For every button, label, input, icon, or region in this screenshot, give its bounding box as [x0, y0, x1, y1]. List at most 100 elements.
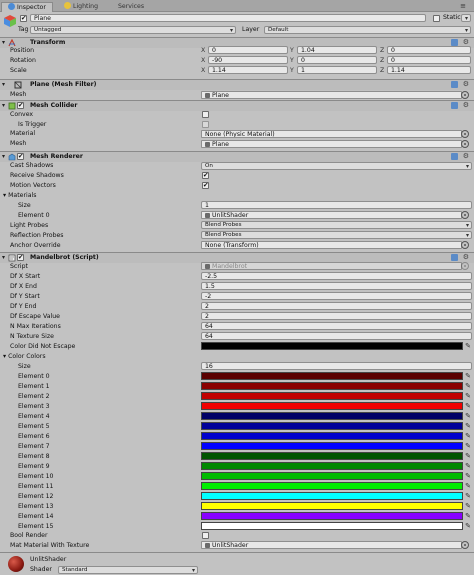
- materials-element0-field[interactable]: UnlitShader: [201, 211, 462, 219]
- mandel-field-input[interactable]: 2: [201, 302, 472, 310]
- help-book-icon[interactable]: [451, 254, 458, 261]
- gear-icon[interactable]: ⚙: [463, 101, 469, 110]
- eyedropper-icon[interactable]: ✎: [464, 492, 472, 500]
- object-picker-icon[interactable]: [461, 140, 469, 148]
- color-element-swatch[interactable]: [201, 402, 463, 410]
- object-picker-icon[interactable]: [461, 91, 469, 99]
- collapse-arrow-icon[interactable]: ▾: [2, 39, 5, 47]
- color-element-swatch[interactable]: [201, 482, 463, 490]
- collapse-arrow-icon[interactable]: ▾: [2, 81, 5, 89]
- eyedropper-icon[interactable]: ✎: [464, 462, 472, 470]
- eyedropper-icon[interactable]: ✎: [464, 382, 472, 390]
- eyedropper-icon[interactable]: ✎: [464, 502, 472, 510]
- reflection-probes-dropdown[interactable]: Blend Probes: [201, 231, 472, 239]
- bool-render-checkbox[interactable]: [202, 532, 209, 539]
- color-element-swatch[interactable]: [201, 382, 463, 390]
- static-checkbox[interactable]: [433, 15, 440, 22]
- mesh-collider-header[interactable]: ▾ Mesh Collider ⚙: [0, 100, 474, 111]
- motion-vectors-checkbox[interactable]: [202, 181, 209, 189]
- collider-mesh-field[interactable]: Plane: [201, 140, 462, 148]
- color-element-swatch[interactable]: [201, 512, 463, 520]
- color-element-swatch[interactable]: [201, 452, 463, 460]
- object-name-field[interactable]: Plane: [30, 14, 426, 22]
- tab-lighting[interactable]: Lighting: [58, 2, 104, 12]
- object-picker-icon[interactable]: [461, 541, 469, 549]
- eyedropper-icon[interactable]: ✎: [464, 482, 472, 490]
- rotation-z-field[interactable]: 0: [387, 56, 471, 64]
- receive-shadows-checkbox[interactable]: [202, 171, 209, 179]
- color-element-swatch[interactable]: [201, 462, 463, 470]
- scale-y-field[interactable]: 1: [297, 66, 377, 74]
- mesh-renderer-header[interactable]: ▾ Mesh Renderer ⚙: [0, 151, 474, 162]
- mandelbrot-enabled-checkbox[interactable]: [17, 253, 24, 261]
- cast-shadows-dropdown[interactable]: On: [201, 162, 472, 170]
- axis-label-x[interactable]: X: [201, 57, 205, 65]
- color-element-swatch[interactable]: [201, 492, 463, 500]
- eyedropper-icon[interactable]: ✎: [464, 432, 472, 440]
- axis-label-y[interactable]: Y: [290, 67, 294, 75]
- color-element-swatch[interactable]: [201, 472, 463, 480]
- axis-label-z[interactable]: Z: [380, 47, 384, 55]
- tab-menu-icon[interactable]: ≡: [456, 2, 470, 10]
- tag-dropdown[interactable]: Untagged: [30, 26, 236, 34]
- eyedropper-icon[interactable]: ✎: [464, 452, 472, 460]
- mesh-renderer-enabled-checkbox[interactable]: [17, 152, 24, 160]
- axis-label-z[interactable]: Z: [380, 67, 384, 75]
- color-element-swatch[interactable]: [201, 422, 463, 430]
- collapse-arrow-icon[interactable]: ▾: [3, 353, 6, 360]
- scale-x-field[interactable]: 1.14: [208, 66, 288, 74]
- collapse-arrow-icon[interactable]: ▾: [3, 192, 6, 199]
- tab-services[interactable]: Services: [112, 2, 150, 12]
- scale-z-field[interactable]: 1.14: [387, 66, 471, 74]
- eyedropper-icon[interactable]: ✎: [464, 372, 472, 380]
- mandel-field-input[interactable]: 2: [201, 312, 472, 320]
- materials-foldout[interactable]: ▾ Materials: [3, 192, 36, 200]
- anchor-override-field[interactable]: None (Transform): [201, 241, 462, 249]
- eyedropper-icon[interactable]: ✎: [464, 512, 472, 520]
- color-element-swatch[interactable]: [201, 522, 463, 530]
- color-element-swatch[interactable]: [201, 442, 463, 450]
- tab-inspector[interactable]: Inspector: [1, 2, 53, 12]
- color-colors-size-field[interactable]: 16: [201, 362, 472, 370]
- physic-material-field[interactable]: None (Physic Material): [201, 130, 462, 138]
- help-book-icon[interactable]: [451, 153, 458, 160]
- color-did-not-escape-swatch[interactable]: [201, 342, 463, 350]
- static-dropdown[interactable]: [461, 14, 471, 22]
- mandel-field-input[interactable]: 64: [201, 322, 472, 330]
- rotation-x-field[interactable]: -90: [208, 56, 288, 64]
- mesh-filter-header[interactable]: ▾ Plane (Mesh Filter) ⚙: [0, 79, 474, 90]
- axis-label-x[interactable]: X: [201, 47, 205, 55]
- eyedropper-icon[interactable]: ✎: [464, 442, 472, 450]
- collapse-arrow-icon[interactable]: ▾: [2, 102, 5, 110]
- eyedropper-icon[interactable]: ✎: [464, 472, 472, 480]
- gear-icon[interactable]: ⚙: [463, 152, 469, 161]
- gear-icon[interactable]: ⚙: [463, 80, 469, 89]
- collapse-arrow-icon[interactable]: ▾: [2, 254, 5, 262]
- convex-checkbox[interactable]: [202, 111, 209, 118]
- color-colors-foldout[interactable]: ▾ Color Colors: [3, 353, 46, 361]
- color-element-swatch[interactable]: [201, 372, 463, 380]
- rotation-y-field[interactable]: 0: [297, 56, 377, 64]
- help-book-icon[interactable]: [451, 39, 458, 46]
- mandel-field-input[interactable]: -2.5: [201, 272, 472, 280]
- mandel-field-input[interactable]: 64: [201, 332, 472, 340]
- eyedropper-icon[interactable]: ✎: [464, 342, 472, 350]
- layer-dropdown[interactable]: Default: [264, 26, 471, 34]
- axis-label-z[interactable]: Z: [380, 57, 384, 65]
- light-probes-dropdown[interactable]: Blend Probes: [201, 221, 472, 229]
- shader-dropdown[interactable]: Standard: [58, 566, 198, 574]
- mesh-collider-enabled-checkbox[interactable]: [17, 101, 24, 109]
- eyedropper-icon[interactable]: ✎: [464, 412, 472, 420]
- help-book-icon[interactable]: [451, 81, 458, 88]
- mandel-field-input[interactable]: 1.5: [201, 282, 472, 290]
- eyedropper-icon[interactable]: ✎: [464, 522, 472, 530]
- eyedropper-icon[interactable]: ✎: [464, 422, 472, 430]
- object-picker-icon[interactable]: [461, 130, 469, 138]
- position-y-field[interactable]: 1.04: [297, 46, 377, 54]
- mandel-field-input[interactable]: -2: [201, 292, 472, 300]
- color-element-swatch[interactable]: [201, 392, 463, 400]
- collapse-arrow-icon[interactable]: ▾: [2, 153, 5, 161]
- mesh-field[interactable]: Plane: [201, 91, 462, 99]
- position-z-field[interactable]: 0: [387, 46, 471, 54]
- color-element-swatch[interactable]: [201, 502, 463, 510]
